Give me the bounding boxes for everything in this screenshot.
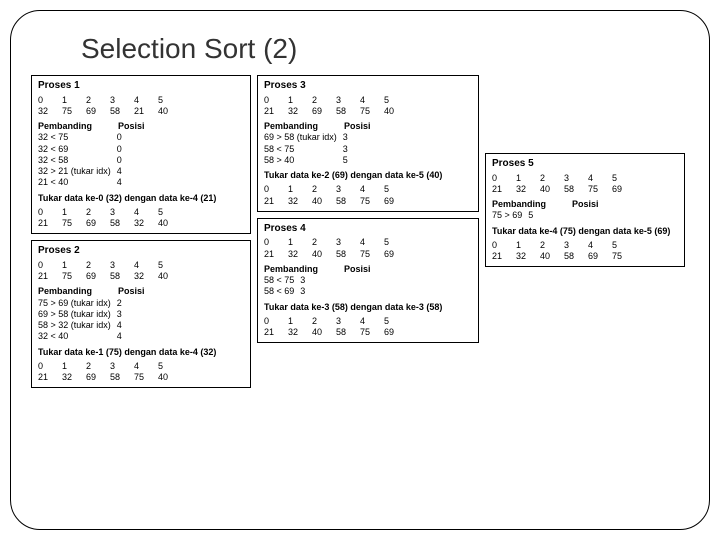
page-title: Selection Sort (2) (81, 33, 689, 65)
process-5: Proses 5 012345 213240587569 PembandingP… (485, 153, 685, 267)
array-before: 012345 213240587569 (492, 173, 636, 196)
array-after: 012345 217569583240 (38, 207, 182, 230)
swap-text: Tukar data ke-4 (75) dengan data ke-5 (6… (492, 226, 678, 237)
process-2: Proses 2 012345 217569583240 PembandingP… (31, 240, 251, 388)
process-title: Proses 2 (38, 245, 244, 258)
column-3: Proses 5 012345 213240587569 PembandingP… (485, 153, 685, 388)
compare-header: PembandingPosisi (38, 121, 244, 132)
process-title: Proses 3 (264, 80, 472, 93)
array-after: 012345 213240586975 (492, 240, 636, 263)
process-3: Proses 3 012345 213269587540 PembandingP… (257, 75, 479, 212)
array-before: 012345 217569583240 (38, 260, 182, 283)
array-after: 012345 213269587540 (38, 361, 182, 384)
columns: Proses 1 012345 327569582140 PembandingP… (31, 75, 689, 388)
process-1: Proses 1 012345 327569582140 PembandingP… (31, 75, 251, 234)
compare-table: 75 > 69 (tukar idx)2 69 > 58 (tukar idx)… (38, 298, 141, 343)
compare-table: 58 < 753 58 < 693 (264, 275, 324, 298)
array-before: 012345 327569582140 (38, 95, 182, 118)
swap-text: Tukar data ke-2 (69) dengan data ke-5 (4… (264, 170, 472, 181)
compare-table: 75 > 695 (492, 210, 552, 221)
compare-table: 69 > 58 (tukar idx)3 58 < 753 58 > 405 (264, 132, 367, 166)
array-after: 012345 213240587569 (264, 316, 408, 339)
compare-table: 32 < 750 32 < 690 32 < 580 32 > 21 (tuka… (38, 132, 141, 188)
compare-header: PembandingPosisi (264, 121, 472, 132)
column-1: Proses 1 012345 327569582140 PembandingP… (31, 75, 251, 388)
compare-header: PembandingPosisi (264, 264, 472, 275)
swap-text: Tukar data ke-0 (32) dengan data ke-4 (2… (38, 193, 244, 204)
swap-text: Tukar data ke-3 (58) dengan data ke-3 (5… (264, 302, 472, 313)
process-title: Proses 5 (492, 158, 678, 171)
array-after: 012345 213240587569 (264, 184, 408, 207)
compare-header: PembandingPosisi (38, 286, 244, 297)
process-title: Proses 4 (264, 223, 472, 236)
compare-header: PembandingPosisi (492, 199, 678, 210)
column-2: Proses 3 012345 213269587540 PembandingP… (257, 75, 479, 388)
array-before: 012345 213240587569 (264, 237, 408, 260)
swap-text: Tukar data ke-1 (75) dengan data ke-4 (3… (38, 347, 244, 358)
array-before: 012345 213269587540 (264, 95, 408, 118)
slide: Selection Sort (2) Proses 1 012345 32756… (10, 10, 710, 530)
process-title: Proses 1 (38, 80, 244, 93)
process-4: Proses 4 012345 213240587569 PembandingP… (257, 218, 479, 344)
